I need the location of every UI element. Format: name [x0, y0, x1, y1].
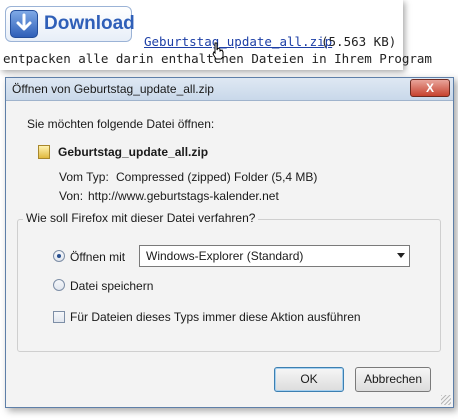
- ok-button[interactable]: OK: [274, 367, 344, 392]
- dialog-prompt: Sie möchten folgende Datei öffnen:: [27, 117, 215, 131]
- from-value: http://www.geburtstags-kalender.net: [88, 189, 279, 203]
- always-do-label[interactable]: Für Dateien dieses Typs immer diese Akti…: [70, 310, 361, 324]
- open-with-select-value: Windows-Explorer (Standard): [146, 249, 304, 263]
- type-label: Vom Typ:: [59, 170, 109, 184]
- open-with-select[interactable]: Windows-Explorer (Standard): [139, 245, 410, 267]
- download-button[interactable]: Download: [5, 6, 135, 42]
- zip-file-size: (5.563 KB): [321, 34, 397, 49]
- close-button[interactable]: X: [410, 79, 450, 97]
- zip-file-link[interactable]: Geburtstag_update_all.zip: [144, 34, 332, 49]
- chevron-down-icon: [397, 253, 405, 258]
- open-file-dialog: Öffnen von Geburtstag_update_all.zip X S…: [5, 77, 454, 408]
- open-with-radio[interactable]: [53, 250, 65, 262]
- download-button-label: Download: [44, 13, 135, 34]
- resize-grip-icon[interactable]: [441, 395, 451, 405]
- from-label: Von:: [59, 189, 84, 203]
- cancel-button[interactable]: Abbrechen: [355, 367, 431, 392]
- hand-cursor-icon: [212, 42, 224, 60]
- save-file-radio[interactable]: [53, 279, 65, 291]
- dialog-title: Öffnen von Geburtstag_update_all.zip: [12, 82, 214, 96]
- action-group-title: Wie soll Firefox mit dieser Datei verfah…: [23, 211, 259, 225]
- download-arrow-icon: [10, 10, 38, 38]
- dialog-titlebar[interactable]: Öffnen von Geburtstag_update_all.zip X: [6, 78, 453, 101]
- always-do-checkbox[interactable]: [53, 311, 65, 323]
- open-with-label[interactable]: Öffnen mit: [70, 250, 125, 264]
- dialog-file-name: Geburtstag_update_all.zip: [58, 145, 209, 159]
- type-value: Compressed (zipped) Folder (5,4 MB): [116, 170, 318, 184]
- zip-folder-icon: [38, 145, 50, 159]
- save-file-label[interactable]: Datei speichern: [70, 279, 153, 293]
- web-page-snippet: Download Geburtstag_update_all.zip (5.56…: [0, 0, 432, 70]
